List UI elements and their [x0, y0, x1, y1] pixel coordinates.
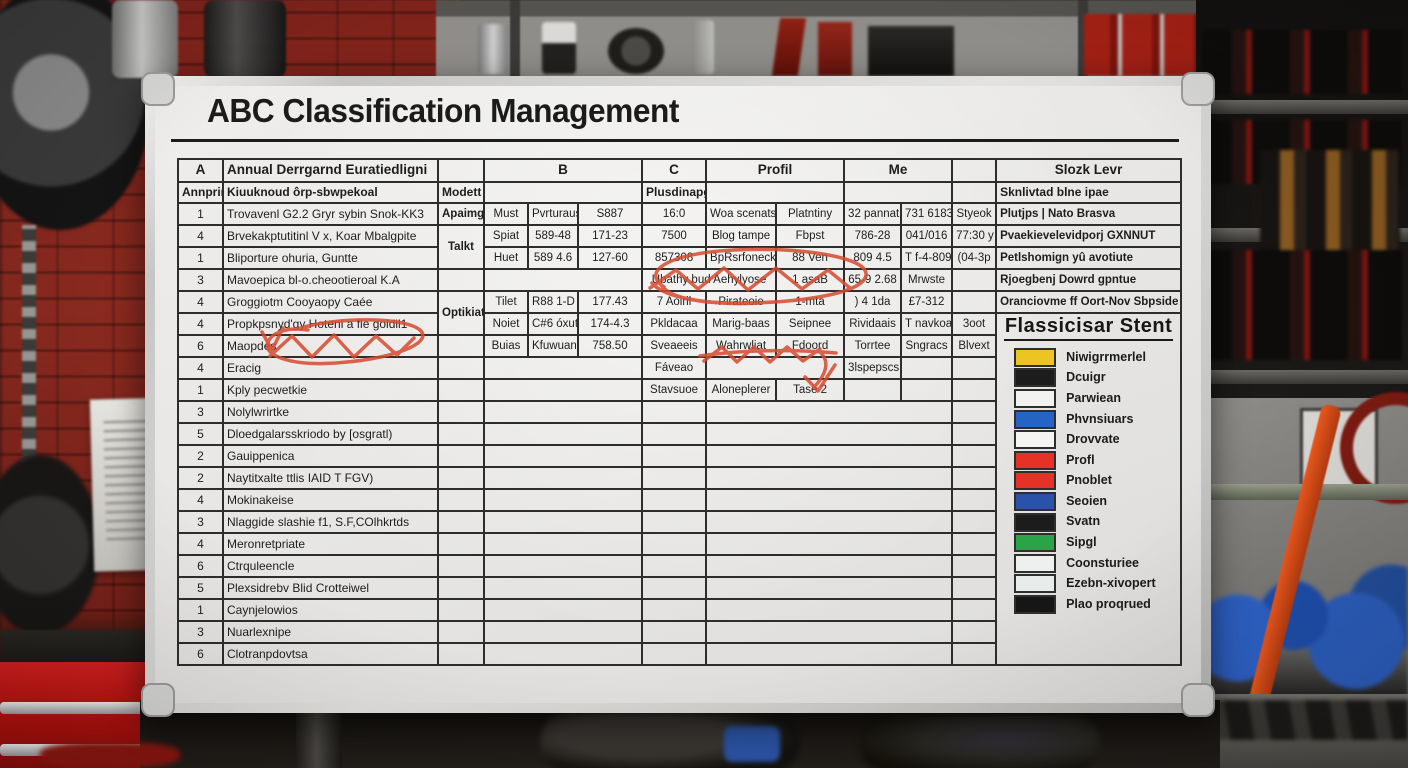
- subheader-c: Plusdinapg: [642, 182, 706, 203]
- color-swatch: [1014, 574, 1056, 593]
- dark-canister: [204, 0, 286, 78]
- table-row: 4 Groggiotm Cooyaopy Caée Optikiat Tilet…: [178, 291, 1181, 313]
- frame-corner: [141, 72, 175, 106]
- subheader-stock: Sknlivtad blne ipae: [996, 182, 1181, 203]
- top-shelf: [436, 0, 1236, 78]
- legend-title: Flassicisar Stent: [1004, 316, 1173, 341]
- legend-item: Drovvate: [1000, 429, 1177, 450]
- shelf-bottle: [694, 20, 714, 74]
- workshop-scene: ABC Classification Management A Annual D…: [0, 0, 1408, 768]
- legend-item: Pnoblet: [1000, 471, 1177, 492]
- red-tool: [772, 18, 806, 76]
- red-paint-stain: [40, 742, 180, 768]
- subheader-demand: Kiuuknoud ôrp-sbwpekoal: [223, 182, 438, 203]
- engine-parts-2: [860, 716, 1100, 768]
- legend-item: Niwigrrmerlel: [1000, 347, 1177, 368]
- color-swatch: [1014, 410, 1056, 429]
- legend-item: Profl: [1000, 450, 1177, 471]
- red-tool-2: [818, 22, 852, 76]
- rack-shelf-board: [1196, 100, 1408, 114]
- table-row: 1 Bliporture ohuria, Guntte Huet 589 4.6…: [178, 247, 1181, 269]
- color-swatch: [1014, 595, 1056, 614]
- abc-classification-table: A Annual Derrgarnd Euratiedligni B C Pro…: [177, 158, 1182, 666]
- table-row: 3 Mavoepica bl-o.cheootieroal K.A Ubathy…: [178, 269, 1181, 291]
- color-swatch: [1014, 368, 1056, 387]
- rack-shelf-board: [1196, 370, 1408, 384]
- table-row: 4 Propkpsnyd'gy Hoteni a fie goidil1 Noi…: [178, 313, 1181, 335]
- frame-corner: [141, 683, 175, 717]
- whiteboard: ABC Classification Management A Annual D…: [145, 76, 1211, 713]
- blue-parts-pile: [1200, 548, 1408, 698]
- scribbled-cell: [706, 357, 844, 379]
- col-header-demand: Annual Derrgarnd Euratiedligni: [223, 159, 438, 182]
- frame-corner: [1181, 683, 1215, 717]
- color-swatch: [1014, 389, 1056, 408]
- whiteboard-surface: ABC Classification Management A Annual D…: [155, 86, 1201, 703]
- dark-box: [868, 26, 954, 76]
- shelf-post: [510, 0, 520, 78]
- color-swatch: [1014, 471, 1056, 490]
- col-header-model: [438, 159, 484, 182]
- dark-tools-on-table: [1190, 700, 1408, 740]
- legend-item: Parwiean: [1000, 388, 1177, 409]
- blue-part: [724, 726, 780, 762]
- subheader-model: Modett: [438, 182, 484, 203]
- subheader-a: Annprine: [178, 182, 223, 203]
- legend-item: Coonsturiee: [1000, 553, 1177, 574]
- frame-corner: [1181, 72, 1215, 106]
- drawer-handle: [0, 702, 150, 714]
- subheader-row: Annprine Kiuuknoud ôrp-sbwpekoal Modett …: [178, 182, 1181, 203]
- color-swatch: [1014, 554, 1056, 573]
- color-swatch: [1014, 451, 1056, 470]
- board-title: ABC Classification Management: [207, 92, 679, 130]
- color-swatch: [1014, 533, 1056, 552]
- header-row: A Annual Derrgarnd Euratiedligni B C Pro…: [178, 159, 1181, 182]
- rack-products: [1202, 30, 1402, 94]
- col-header-x: [952, 159, 996, 182]
- bottle-jacks: [1260, 150, 1400, 260]
- legend-item: Sipgl: [1000, 532, 1177, 553]
- title-underline: [171, 139, 1179, 142]
- silver-canister: [112, 0, 178, 78]
- legend-item: Phvnsiuars: [1000, 409, 1177, 430]
- legend-item: Plao proqrued: [1000, 594, 1177, 615]
- color-swatch: [1014, 348, 1056, 367]
- legend-cell: Flassicisar Stent Niwigrrmerlel Dcuigr P…: [996, 313, 1181, 665]
- legend-item: Seoien: [1000, 491, 1177, 512]
- table-row: 4 Brvekakptutitinl V x, Koar Mbalgpite T…: [178, 225, 1181, 247]
- col-header-a: A: [178, 159, 223, 182]
- color-swatch: [1014, 430, 1056, 449]
- board-stand-pole: [296, 708, 342, 768]
- legend-item: Dcuigr: [1000, 368, 1177, 389]
- legend-item: Svatn: [1000, 512, 1177, 533]
- col-header-b: B: [484, 159, 642, 182]
- col-header-profit: Profil: [706, 159, 844, 182]
- shelf-disc: [608, 28, 664, 74]
- color-swatch: [1014, 492, 1056, 511]
- legend-item: Ezebn-xivopert: [1000, 574, 1177, 595]
- col-header-c: C: [642, 159, 706, 182]
- circled-cell: Ubathy bud Aehylyose: [642, 269, 776, 291]
- col-header-stock: Slozk Levr: [996, 159, 1181, 182]
- color-swatch: [1014, 513, 1056, 532]
- table-row: 1 Trovavenl G2.2 Gryr sybin Snok-KK3 Apa…: [178, 203, 1181, 225]
- right-rack: [1196, 0, 1408, 400]
- shelf-can: [478, 24, 508, 74]
- shelf-can-2: [542, 22, 576, 74]
- col-header-me: Me: [844, 159, 952, 182]
- rack-products: [1202, 250, 1402, 360]
